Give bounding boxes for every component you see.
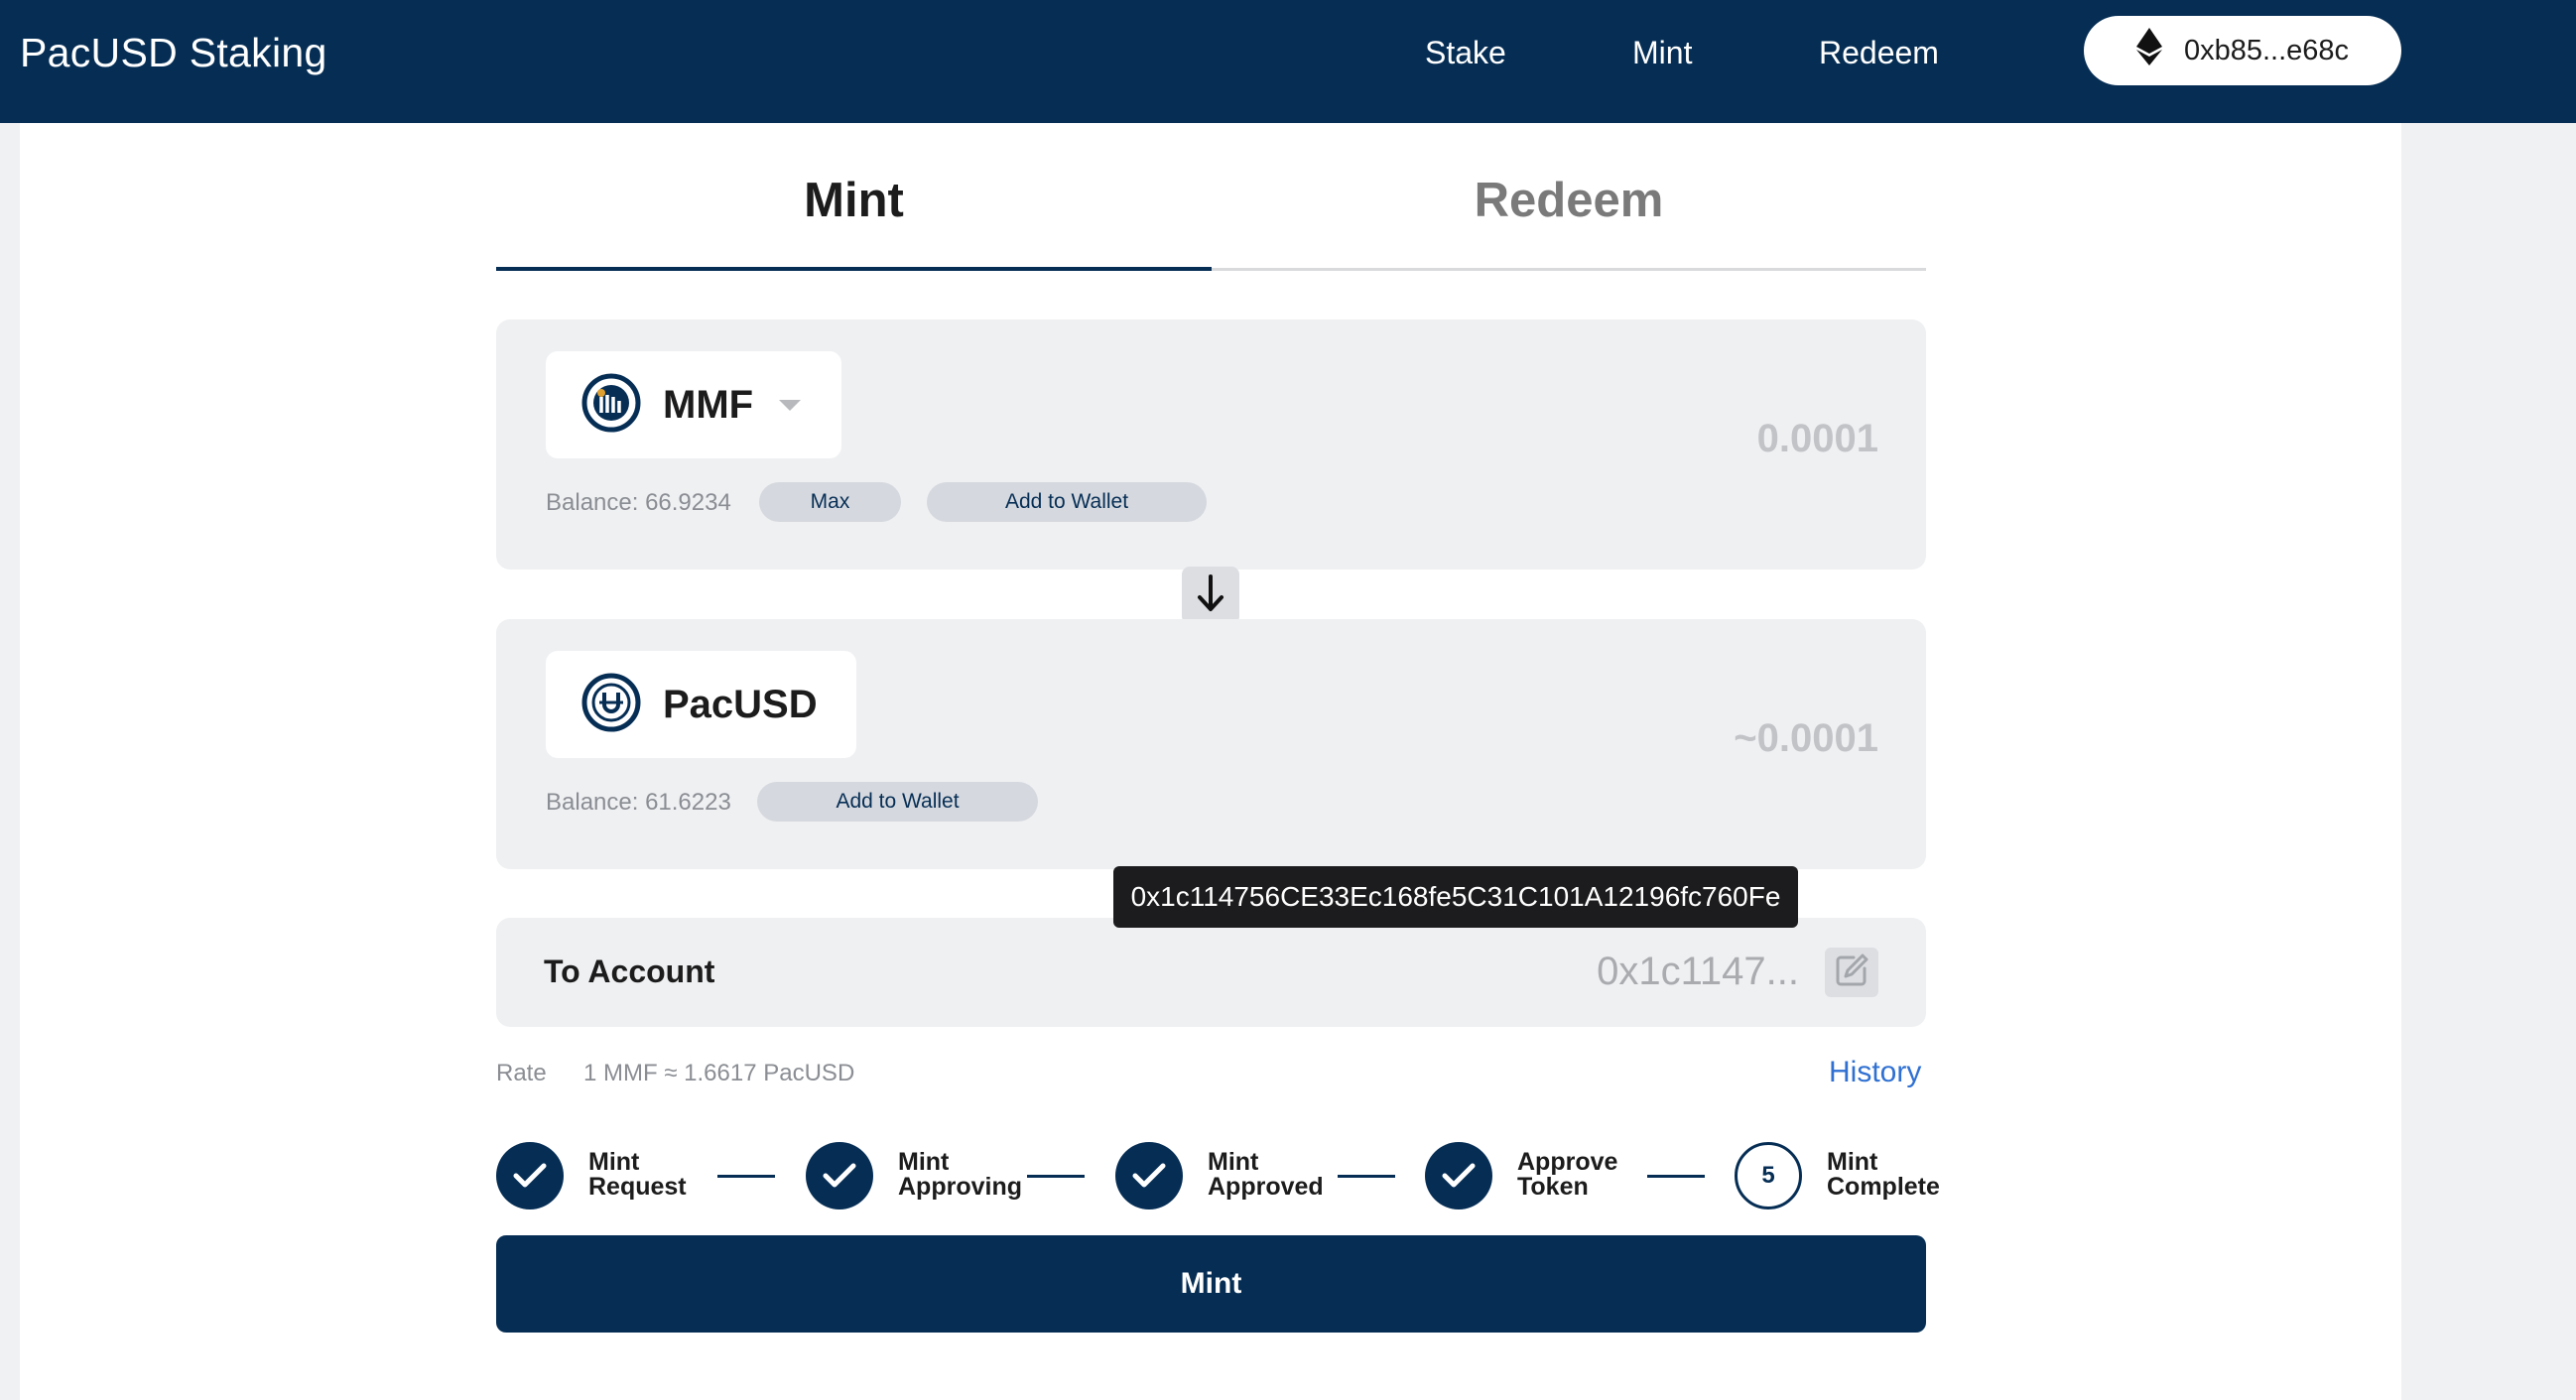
step-4-check-icon	[1425, 1142, 1492, 1209]
rate-label: Rate	[496, 1060, 547, 1086]
to-token-card: PacUSD Balance: 61.6223 Add to Wallet ~0…	[496, 619, 1926, 869]
tab-redeem[interactable]: Redeem	[1212, 173, 1926, 228]
from-balance: Balance: 66.9234	[546, 489, 731, 516]
to-token-name: PacUSD	[663, 682, 818, 726]
main-panel: Mint Redeem MMF Balance: 66.9234 Max Add…	[20, 123, 2401, 1400]
nav-stake[interactable]: Stake	[1425, 35, 1506, 71]
add-pacusd-to-wallet-button[interactable]: Add to Wallet	[757, 782, 1038, 822]
pacusd-token-icon	[581, 673, 641, 737]
to-account-card: To Account 0x1c1147...	[496, 918, 1926, 1027]
to-account-label: To Account	[544, 954, 715, 989]
nav-mint[interactable]: Mint	[1632, 35, 1692, 71]
edit-account-button[interactable]	[1825, 948, 1878, 997]
to-amount: ~0.0001	[1734, 716, 1878, 760]
mmf-token-icon	[581, 373, 641, 438]
history-link[interactable]: History	[1829, 1056, 1921, 1089]
edit-icon	[1834, 953, 1869, 993]
ethereum-icon	[2135, 28, 2162, 73]
step-3-label: Mint Approved	[1208, 1148, 1324, 1201]
nav-redeem[interactable]: Redeem	[1819, 35, 1939, 71]
tab-mint[interactable]: Mint	[496, 173, 1212, 228]
arrow-down-icon	[1196, 573, 1225, 618]
wallet-button[interactable]: 0xb85...e68c	[2084, 16, 2401, 85]
step-1-label: Mint Request	[588, 1148, 687, 1201]
step-connector	[1338, 1175, 1395, 1178]
step-5-label: Mint Complete	[1827, 1148, 1940, 1201]
step-1-check-icon	[496, 1142, 564, 1209]
app-title: PacUSD Staking	[20, 30, 327, 75]
rate-value: 1 MMF ≈ 1.6617 PacUSD	[583, 1060, 855, 1086]
swap-direction-button[interactable]	[1182, 567, 1239, 624]
tab-active-indicator	[496, 267, 1212, 271]
to-token-display: PacUSD	[546, 651, 856, 758]
step-2-check-icon	[806, 1142, 873, 1209]
tab-divider	[1212, 268, 1926, 271]
add-mmf-to-wallet-button[interactable]: Add to Wallet	[927, 482, 1207, 522]
chevron-down-icon	[779, 399, 802, 411]
step-3-check-icon	[1115, 1142, 1183, 1209]
from-amount-input[interactable]: 0.0001	[1757, 417, 1878, 461]
mint-button[interactable]: Mint	[496, 1235, 1926, 1333]
step-connector	[1027, 1175, 1085, 1178]
step-4-label: Approve Token	[1517, 1148, 1618, 1201]
step-connector	[717, 1175, 775, 1178]
from-token-name: MMF	[663, 382, 754, 427]
to-balance: Balance: 61.6223	[546, 789, 731, 816]
address-tooltip: 0x1c114756CE33Ec168fe5C31C101A12196fc760…	[1113, 866, 1798, 928]
max-button[interactable]: Max	[759, 482, 901, 522]
step-connector	[1647, 1175, 1705, 1178]
step-5-number: 5	[1735, 1142, 1802, 1209]
from-token-card: MMF Balance: 66.9234 Max Add to Wallet 0…	[496, 319, 1926, 570]
to-account-value: 0x1c1147...	[1597, 950, 1799, 993]
from-token-select[interactable]: MMF	[546, 351, 841, 458]
step-2-label: Mint Approving	[898, 1148, 1022, 1201]
top-bar: PacUSD Staking Stake Mint Redeem 0xb85..…	[0, 0, 2576, 123]
wallet-address: 0xb85...e68c	[2183, 34, 2350, 66]
